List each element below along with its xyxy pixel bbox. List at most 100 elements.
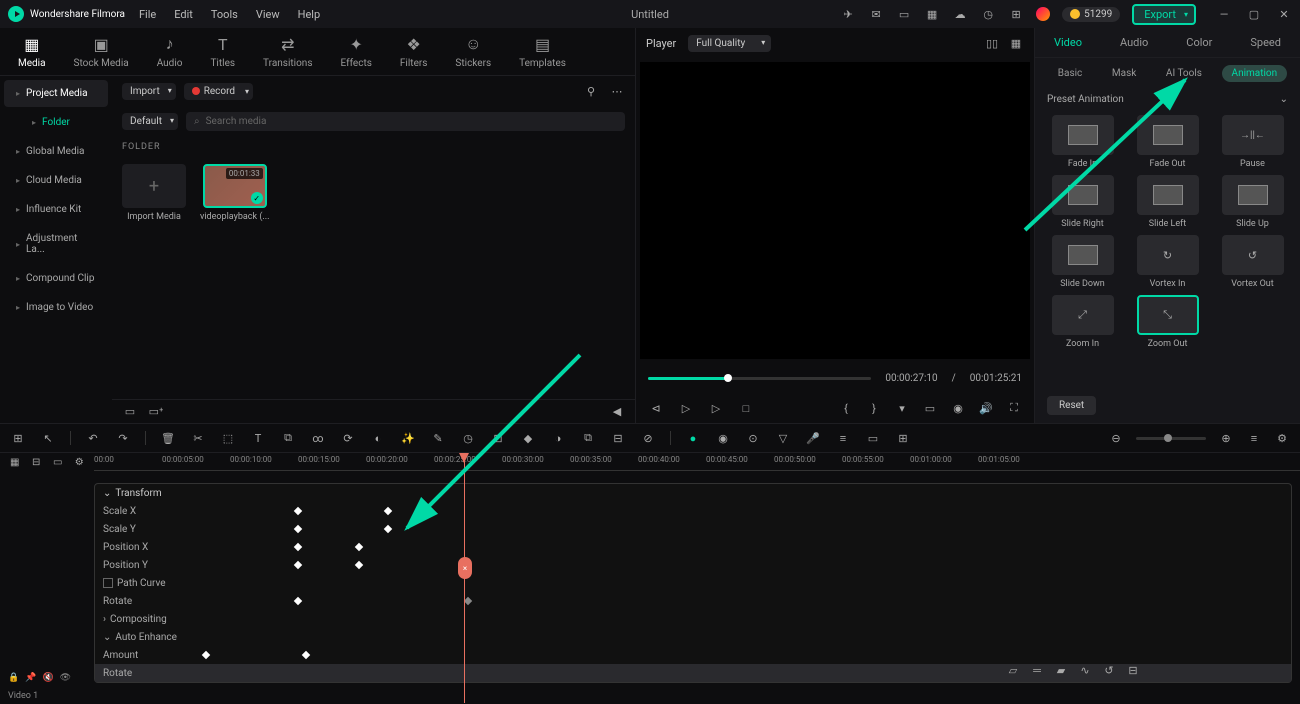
zoom-slider[interactable] (1136, 437, 1206, 440)
preset-slide-right[interactable] (1052, 175, 1114, 215)
preset-vortex-in[interactable]: ↻ (1137, 235, 1199, 275)
tab-effects[interactable]: ✦Effects (341, 35, 372, 69)
sidebar-cloud-media[interactable]: Cloud Media (4, 167, 108, 194)
row-scale-y[interactable]: Scale Y (95, 520, 1291, 538)
video-viewport[interactable] (640, 62, 1030, 359)
send-icon[interactable]: ✈ (840, 6, 856, 22)
render-icon[interactable]: ● (685, 430, 701, 446)
sidebar-influence-kit[interactable]: Influence Kit (4, 196, 108, 223)
keyframe[interactable] (294, 561, 302, 569)
keyframe[interactable] (294, 597, 302, 605)
view-list-icon[interactable]: ≡ (1246, 430, 1262, 446)
fullscreen-icon[interactable]: ⛶ (1006, 400, 1022, 416)
menu-file[interactable]: File (139, 8, 156, 21)
aspect-icon[interactable]: ▾ (894, 400, 910, 416)
detach-icon[interactable]: ⊘ (640, 430, 656, 446)
row-scale-x[interactable]: Scale X (95, 502, 1291, 520)
export-button[interactable]: Export (1132, 4, 1196, 25)
preset-slide-up[interactable] (1222, 175, 1284, 215)
rp-tab-color[interactable]: Color (1178, 32, 1220, 53)
edit-icon[interactable]: ✎ (430, 430, 446, 446)
menu-view[interactable]: View (256, 8, 280, 21)
tab-media[interactable]: ▦Media (18, 35, 46, 69)
media-clip[interactable]: 00:01:33 ✓ videoplayback (... (200, 164, 270, 222)
text-tool-icon[interactable]: T (250, 430, 266, 446)
maximize-icon[interactable]: ▢ (1246, 6, 1262, 22)
image-icon[interactable]: ▦ (924, 6, 940, 22)
search-input[interactable]: ⌕ Search media (186, 112, 625, 131)
menu-edit[interactable]: Edit (174, 8, 193, 21)
prev-frame-icon[interactable]: ⊲ (648, 400, 664, 416)
preset-slide-down[interactable] (1052, 235, 1114, 275)
undo-icon[interactable]: ↶ (85, 430, 101, 446)
tl-tool1-icon[interactable]: ▦ (8, 454, 22, 470)
keyframe[interactable] (384, 525, 392, 533)
rp-tab-speed[interactable]: Speed (1242, 32, 1289, 53)
lock-icon[interactable]: 🔒 (8, 673, 19, 683)
tab-templates[interactable]: ▤Templates (519, 35, 566, 69)
preset-fade-in[interactable] (1052, 115, 1114, 155)
menu-tools[interactable]: Tools (211, 8, 238, 21)
redo-icon[interactable]: ↷ (115, 430, 131, 446)
track-header[interactable]: 🔒 📌 🔇 👁 (0, 667, 94, 689)
row-path-curve[interactable]: Path Curve (95, 574, 1291, 592)
folder-icon[interactable]: ▭ (122, 404, 138, 420)
rotate-icon[interactable]: ⟳ (340, 430, 356, 446)
sidebar-compound-clip[interactable]: Compound Clip (4, 265, 108, 292)
tab-audio[interactable]: ♪Audio (157, 34, 183, 69)
keyframe-icon[interactable]: ◆ (520, 430, 536, 446)
color-tool-icon[interactable]: ◐ (370, 430, 386, 446)
import-dropdown[interactable]: Import (122, 83, 176, 100)
quality-dropdown[interactable]: Full Quality (688, 35, 771, 52)
mark-out-icon[interactable]: } (866, 400, 882, 416)
display-icon[interactable]: ▭ (922, 400, 938, 416)
keyframe[interactable] (294, 507, 302, 515)
sidebar-project-media[interactable]: Project Media (4, 80, 108, 107)
mask-tool-icon[interactable]: ◑ (550, 430, 566, 446)
rp-subtab-mask[interactable]: Mask (1102, 65, 1146, 82)
track-icon[interactable]: ▭ (865, 430, 881, 446)
grid-icon[interactable]: ⊞ (1008, 6, 1024, 22)
rp-tab-audio[interactable]: Audio (1112, 32, 1156, 53)
chevron-down-icon[interactable]: ⌄ (1280, 94, 1288, 105)
delete-icon[interactable]: 🗑 (160, 430, 176, 446)
zoom-in-icon[interactable]: ⊕ (1218, 430, 1234, 446)
zoom-out-icon[interactable]: ⊖ (1108, 430, 1124, 446)
grid-tool-icon[interactable]: ⊞ (10, 430, 26, 446)
settings-icon[interactable]: ⚙ (1274, 430, 1290, 446)
cut-icon[interactable]: ✂ (190, 430, 206, 446)
tab-filters[interactable]: ❖Filters (400, 35, 428, 69)
tl-tool4-icon[interactable]: ⚙ (73, 454, 87, 470)
credits-badge[interactable]: 51299 (1062, 7, 1120, 22)
rp-subtab-ai-tools[interactable]: AI Tools (1156, 65, 1212, 82)
next-frame-icon[interactable]: ▷ (708, 400, 724, 416)
preset-vortex-out[interactable]: ↺ (1222, 235, 1284, 275)
sidebar-image-to-video[interactable]: Image to Video (4, 294, 108, 321)
mark-in-icon[interactable]: { (838, 400, 854, 416)
more-icon[interactable]: ⋯ (609, 83, 625, 99)
keyframe[interactable] (355, 543, 363, 551)
curve-icon[interactable]: ∿ (1077, 662, 1093, 678)
tl-tool2-icon[interactable]: ⊟ (30, 454, 44, 470)
keyframe[interactable] (294, 525, 302, 533)
mute-icon[interactable]: 🔇 (42, 673, 53, 683)
ease-in-icon[interactable]: ▱ (1005, 662, 1021, 678)
filter-icon[interactable]: ⚲ (583, 83, 599, 99)
list-icon[interactable]: ≡ (835, 430, 851, 446)
stop-icon[interactable]: □ (738, 400, 754, 416)
preset-fade-out[interactable] (1137, 115, 1199, 155)
row-position-x[interactable]: Position X (95, 538, 1291, 556)
ease-linear-icon[interactable]: ═ (1029, 662, 1045, 678)
row-rotate[interactable]: Rotate (95, 592, 1291, 610)
ease-out-icon[interactable]: ▰ (1053, 662, 1069, 678)
keyframe[interactable] (294, 543, 302, 551)
rp-subtab-basic[interactable]: Basic (1048, 65, 1093, 82)
menu-help[interactable]: Help (298, 8, 321, 21)
row-position-y[interactable]: Position Y (95, 556, 1291, 574)
pin-icon[interactable]: 📌 (25, 673, 36, 683)
reset-kf-icon[interactable]: ↺ (1101, 662, 1117, 678)
pointer-icon[interactable]: ↖ (40, 430, 56, 446)
screen-icon[interactable]: ▭ (896, 6, 912, 22)
volume-icon[interactable]: 🔊 (978, 400, 994, 416)
bell-icon[interactable]: ◷ (980, 6, 996, 22)
